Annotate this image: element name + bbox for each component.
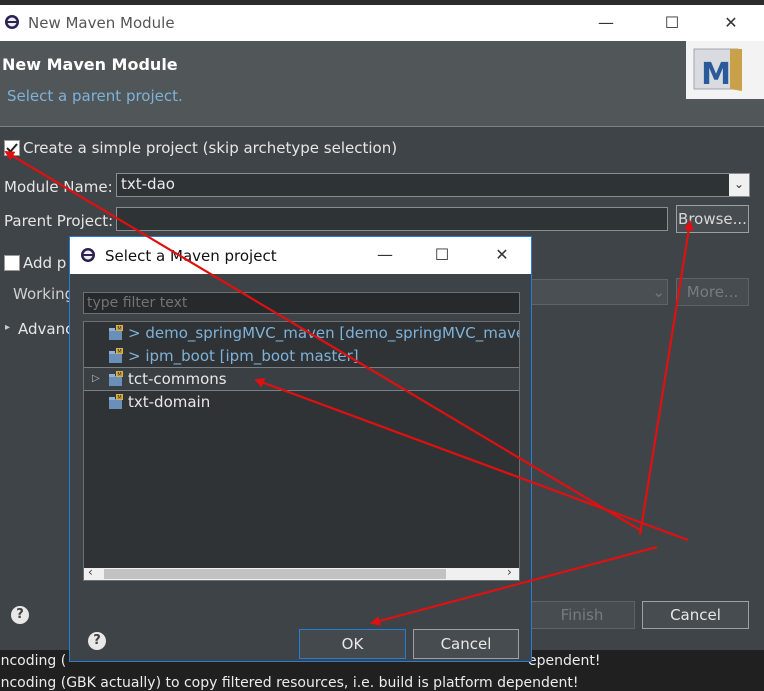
- working-set-combo[interactable]: ⌄: [528, 279, 668, 305]
- close-button[interactable]: ✕: [711, 11, 751, 35]
- log-line-2: encoding (GBK actually) to copy filtered…: [0, 675, 579, 691]
- dialog-title: Select a Maven project: [105, 247, 277, 265]
- add-to-working-set-checkbox[interactable]: [4, 255, 20, 271]
- add-label[interactable]: Add p: [23, 254, 66, 272]
- chevron-down-icon[interactable]: ⌄: [729, 174, 749, 196]
- eclipse-icon: [5, 15, 19, 29]
- project-tree-item[interactable]: M > ipm_boot [ipm_boot master]: [84, 345, 519, 367]
- ok-button[interactable]: OK: [299, 629, 406, 659]
- advanced-section-label[interactable]: Advanc: [18, 320, 73, 338]
- filter-input[interactable]: type filter text: [83, 292, 520, 314]
- project-tree-item-label: tct-commons: [128, 370, 227, 388]
- log-line-1-left: encoding (: [0, 653, 67, 669]
- svg-text:M: M: [117, 326, 121, 332]
- module-name-value: txt-dao: [121, 175, 175, 193]
- project-tree-item[interactable]: M > demo_springMVC_maven [demo_springMVC_…: [84, 322, 519, 344]
- dialog-close-button[interactable]: ✕: [482, 243, 522, 267]
- module-name-combo[interactable]: txt-dao ⌄: [116, 173, 750, 197]
- maven-project-icon: M: [109, 371, 123, 386]
- project-tree-item[interactable]: Mtxt-domain: [84, 391, 519, 413]
- browse-button[interactable]: Browse...: [676, 205, 749, 233]
- project-tree-item-label: > ipm_boot [ipm_boot master]: [128, 347, 359, 365]
- maven-project-icon: M: [109, 325, 123, 340]
- expand-arrow-icon[interactable]: ▷: [92, 368, 100, 390]
- dialog-body: type filter text M > demo_springMVC_maven…: [70, 274, 531, 661]
- expand-advanced-icon[interactable]: ▸: [5, 322, 10, 333]
- wizard-title: New Maven Module: [2, 55, 178, 74]
- svg-text:M: M: [117, 395, 121, 401]
- parent-project-label: Parent Project:: [4, 212, 114, 230]
- dialog-minimize-button[interactable]: —: [365, 243, 405, 267]
- svg-text:M: M: [117, 372, 121, 378]
- maven-project-icon: M: [109, 348, 123, 363]
- project-tree-item-label: txt-domain: [128, 393, 211, 411]
- maximize-button[interactable]: ☐: [652, 11, 692, 35]
- finish-button[interactable]: Finish: [529, 601, 635, 629]
- create-simple-checkbox[interactable]: [4, 140, 20, 156]
- dialog-maximize-button[interactable]: ☐: [422, 243, 462, 267]
- maven-project-icon: M: [109, 394, 123, 409]
- project-tree-item-label: > demo_springMVC_maven [demo_springMVC_m…: [128, 324, 520, 342]
- wizard-subtitle: Select a parent project.: [7, 87, 183, 105]
- svg-text:M: M: [117, 349, 121, 355]
- scroll-left-icon[interactable]: ‹: [88, 565, 93, 579]
- working-set-label: Working: [13, 285, 75, 303]
- log-line-1-right: ependent!: [528, 653, 601, 669]
- checkmark-icon: [6, 143, 18, 153]
- create-simple-label[interactable]: Create a simple project (skip archetype …: [23, 139, 397, 157]
- project-tree[interactable]: M > demo_springMVC_maven [demo_springMVC_…: [83, 321, 520, 581]
- maven-logo-icon: M: [686, 41, 764, 99]
- horizontal-scrollbar[interactable]: ‹ ›: [84, 565, 519, 580]
- wizard-header: New Maven Module Select a parent project…: [0, 41, 764, 126]
- dialog-cancel-button[interactable]: Cancel: [413, 629, 519, 659]
- cancel-button[interactable]: Cancel: [642, 601, 749, 629]
- more-button[interactable]: More...: [676, 278, 749, 306]
- main-titlebar[interactable]: New Maven Module — ☐ ✕: [0, 5, 764, 41]
- main-window-title: New Maven Module: [28, 14, 175, 32]
- svg-text:M: M: [701, 57, 731, 92]
- eclipse-icon: [81, 248, 95, 262]
- chevron-down-icon: ⌄: [652, 283, 665, 301]
- parent-project-field[interactable]: [116, 207, 668, 231]
- minimize-button[interactable]: —: [586, 11, 626, 35]
- scroll-right-icon[interactable]: ›: [507, 565, 512, 579]
- dialog-titlebar[interactable]: Select a Maven project — ☐ ✕: [70, 237, 531, 274]
- module-name-label: Module Name:: [4, 178, 113, 196]
- help-icon[interactable]: ?: [11, 606, 29, 624]
- select-maven-project-dialog: Select a Maven project — ☐ ✕ type filter…: [69, 236, 532, 662]
- dialog-help-icon[interactable]: ?: [88, 632, 106, 650]
- project-tree-item[interactable]: ▷ Mtct-commons: [84, 367, 519, 391]
- scrollbar-thumb[interactable]: [104, 569, 446, 579]
